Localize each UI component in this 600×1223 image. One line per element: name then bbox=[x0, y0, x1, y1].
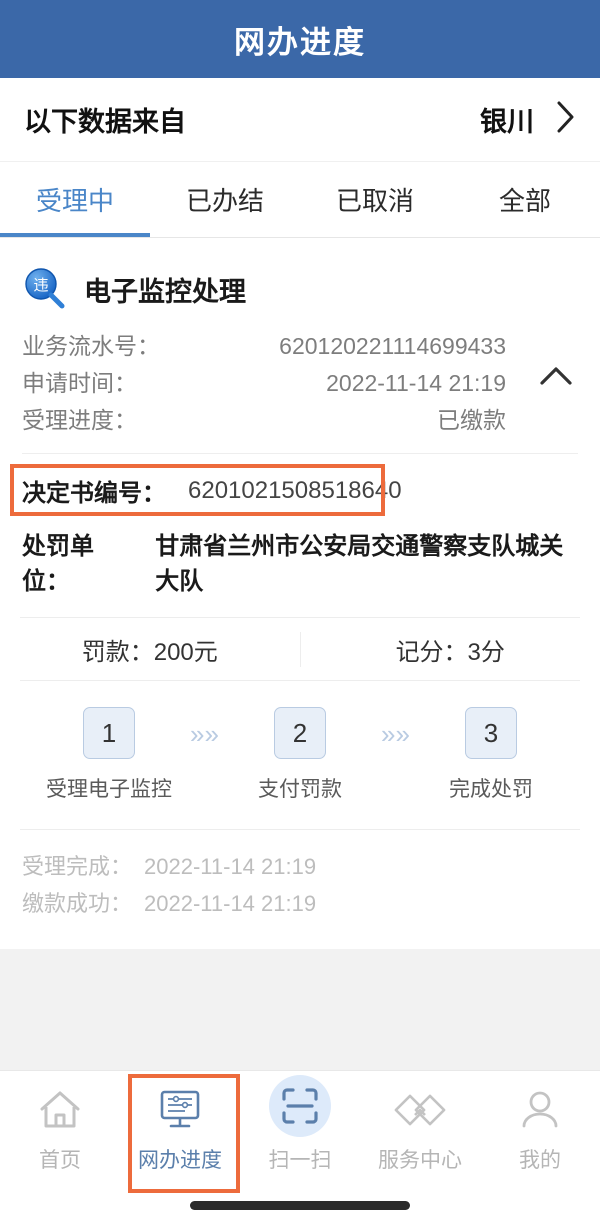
penalty-summary-row: 罚款：200元 记分：3分 bbox=[0, 618, 600, 680]
chevron-right-icon bbox=[556, 100, 576, 139]
svg-text:违: 违 bbox=[33, 276, 48, 294]
log-key: 受理完成： bbox=[22, 854, 133, 879]
collapse-toggle[interactable] bbox=[530, 352, 582, 404]
app-header: 网办进度 bbox=[0, 0, 600, 78]
card-info-block: 业务流水号： 620120221114699433 申请时间： 2022-11-… bbox=[0, 328, 600, 439]
decision-number-value: 6201021508518640 bbox=[188, 476, 402, 504]
tab-label: 全部 bbox=[498, 186, 551, 216]
step-number-box: 1 bbox=[83, 707, 135, 759]
info-row-progress: 受理进度： 已缴款 bbox=[22, 402, 578, 439]
step-label: 支付罚款 bbox=[257, 778, 342, 801]
log-row-accepted: 受理完成： 2022-11-14 21:19 bbox=[22, 848, 578, 885]
step-1: 1 受理电子监控 bbox=[34, 707, 184, 803]
bottom-navigation-bar: 首页 网办进度 扫一扫 服务中心 我的 bbox=[0, 1070, 600, 1223]
page-title: 网办进度 bbox=[234, 24, 366, 60]
scan-circle bbox=[269, 1075, 331, 1137]
nav-item-progress[interactable]: 网办进度 bbox=[120, 1085, 240, 1191]
punishment-unit-key: 处罚单位： bbox=[22, 533, 94, 595]
tab-label: 已办结 bbox=[185, 186, 264, 216]
step-arrow-icon: »» bbox=[381, 719, 410, 749]
nav-items: 首页 网办进度 扫一扫 服务中心 我的 bbox=[0, 1071, 600, 1191]
step-3: 3 完成处罚 bbox=[416, 707, 566, 803]
log-value: 2022-11-14 21:19 bbox=[144, 891, 317, 917]
decision-number-key: 决定书编号： bbox=[22, 480, 166, 507]
data-source-label: 以下数据来自 bbox=[24, 107, 186, 137]
tab-accepting[interactable]: 受理中 bbox=[0, 162, 150, 237]
log-row-paid: 缴款成功： 2022-11-14 21:19 bbox=[22, 885, 578, 922]
step-number-box: 2 bbox=[273, 707, 326, 759]
chevron-up-icon bbox=[539, 365, 573, 392]
scan-icon-wrap bbox=[269, 1075, 331, 1137]
nav-label: 首页 bbox=[39, 1149, 81, 1172]
nav-item-scan[interactable]: 扫一扫 bbox=[240, 1075, 360, 1191]
nav-label: 服务中心 bbox=[378, 1149, 462, 1172]
nav-label: 扫一扫 bbox=[268, 1149, 332, 1172]
fine-amount-cell: 罚款：200元 bbox=[0, 631, 301, 667]
data-source-row[interactable]: 以下数据来自 银川 bbox=[0, 78, 600, 162]
card-title: 电子监控处理 bbox=[84, 276, 246, 307]
decision-number-row[interactable]: 决定书编号： 6201021508518640 bbox=[0, 464, 600, 517]
divider bbox=[22, 453, 578, 454]
info-row-apply-time: 申请时间： 2022-11-14 21:19 bbox=[22, 365, 578, 402]
tab-label: 已取消 bbox=[335, 186, 414, 216]
info-row-serial: 业务流水号： 620120221114699433 bbox=[22, 328, 578, 365]
record-card: 违 电子监控处理 业务流水号： 620120221114699433 申请时间：… bbox=[0, 238, 600, 949]
tab-all[interactable]: 全部 bbox=[450, 162, 600, 237]
log-key: 缴款成功： bbox=[22, 891, 133, 917]
nav-item-mine[interactable]: 我的 bbox=[480, 1085, 600, 1191]
nav-label: 我的 bbox=[519, 1149, 561, 1172]
step-label: 完成处罚 bbox=[448, 778, 533, 801]
home-icon bbox=[37, 1085, 83, 1135]
app-screen: 网办进度 以下数据来自 银川 受理中 已办结 已取消 全部 违 电子监控处理 业… bbox=[0, 0, 600, 1223]
punishment-unit-row: 处罚单位： 甘肃省兰州市公安局交通警察支队城关大队 bbox=[0, 517, 600, 605]
info-key: 业务流水号： bbox=[22, 333, 160, 359]
violation-search-icon: 违 bbox=[22, 266, 68, 312]
card-title-row: 违 电子监控处理 bbox=[0, 256, 600, 328]
home-indicator bbox=[190, 1201, 410, 1210]
points-cell: 记分：3分 bbox=[301, 632, 600, 667]
step-number-box: 3 bbox=[464, 707, 517, 759]
log-value: 2022-11-14 21:19 bbox=[144, 854, 317, 879]
city-selector[interactable]: 银川 bbox=[480, 100, 576, 139]
city-value: 银川 bbox=[480, 107, 534, 137]
step-2: 2 支付罚款 bbox=[225, 707, 375, 803]
tab-cancelled[interactable]: 已取消 bbox=[300, 162, 450, 237]
nav-item-service-center[interactable]: 服务中心 bbox=[360, 1085, 480, 1191]
tab-label: 受理中 bbox=[35, 186, 114, 216]
info-key: 受理进度： bbox=[22, 407, 137, 433]
decision-number-wrap: 决定书编号： 6201021508518640 bbox=[0, 464, 600, 517]
points-label: 记分：3分 bbox=[395, 638, 505, 666]
tab-completed[interactable]: 已办结 bbox=[150, 162, 300, 237]
progress-steps: 1 受理电子监控 »» 2 支付罚款 »» 3 完成处罚 bbox=[0, 681, 600, 813]
handshake-icon bbox=[394, 1085, 446, 1135]
info-value: 已缴款 bbox=[437, 407, 506, 433]
step-arrow-icon: »» bbox=[190, 719, 219, 749]
punishment-unit-value: 甘肃省兰州市公安局交通警察支队城关大队 bbox=[155, 533, 564, 595]
tab-active-underline bbox=[0, 233, 150, 237]
nav-label: 网办进度 bbox=[138, 1149, 222, 1172]
fine-amount-label: 罚款：200元 bbox=[81, 638, 218, 666]
monitor-icon bbox=[155, 1085, 205, 1135]
info-key: 申请时间： bbox=[22, 370, 137, 396]
status-tabs: 受理中 已办结 已取消 全部 bbox=[0, 162, 600, 238]
progress-log: 受理完成： 2022-11-14 21:19 缴款成功： 2022-11-14 21… bbox=[0, 830, 600, 927]
user-icon bbox=[517, 1085, 563, 1135]
step-label: 受理电子监控 bbox=[46, 778, 172, 801]
scan-icon bbox=[282, 1088, 318, 1124]
nav-item-home[interactable]: 首页 bbox=[0, 1085, 120, 1191]
